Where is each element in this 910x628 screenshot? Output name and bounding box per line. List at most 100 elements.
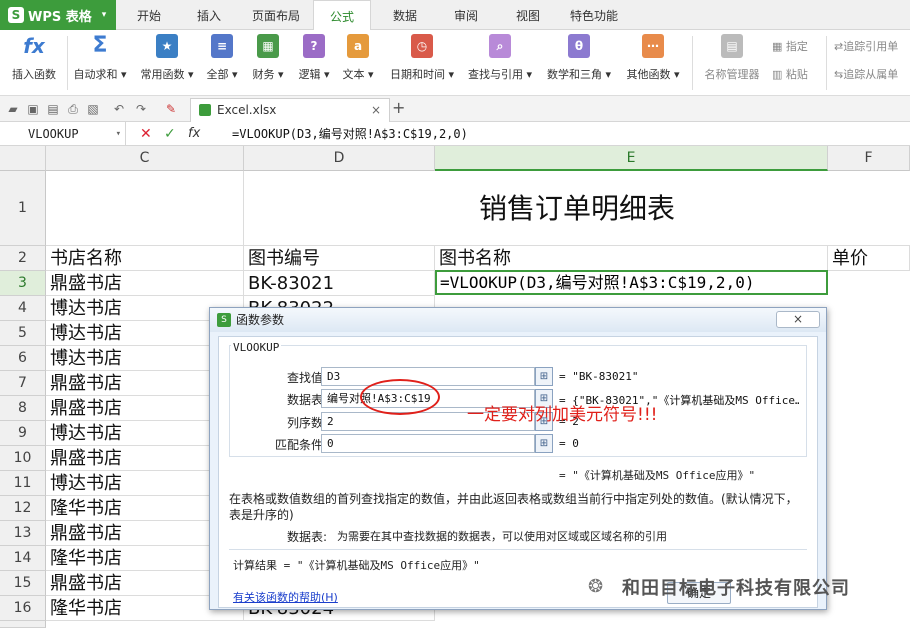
logic-label: 逻辑 ▾	[298, 68, 330, 81]
row-header[interactable]: 2	[0, 246, 46, 271]
redo-icon[interactable]: ↷	[134, 102, 148, 116]
function-name: VLOOKUP	[231, 341, 282, 354]
trace-precedents-button[interactable]: ⇄追踪引用单	[834, 38, 898, 54]
app-menu-button[interactable]: S WPS 表格 ▾	[0, 0, 116, 30]
column-header-c[interactable]: C	[46, 146, 244, 171]
logic-button[interactable]: ? 逻辑 ▾	[294, 34, 334, 82]
dialog-body: VLOOKUP 查找值 D3 ⊞ = "BK-83021" 数据表 编号对照!A…	[218, 336, 818, 608]
insert-function-label: 插入函数	[12, 68, 56, 81]
param-description: 为需要在其中查找数据的数据表，可以使用对区域或区域名称的引用	[337, 530, 667, 543]
row-header[interactable]: 5	[0, 321, 46, 346]
autosum-label: 自动求和 ▾	[73, 68, 127, 81]
tab-page-layout[interactable]: 页面布局	[244, 0, 308, 30]
row-header[interactable]: 6	[0, 346, 46, 371]
date-time-label: 日期和时间 ▾	[389, 68, 455, 81]
header-cell-book-name[interactable]: 图书名称	[435, 246, 828, 271]
lookup-reference-button[interactable]: ⌕ 查找与引用 ▾	[464, 34, 536, 82]
close-tab-icon[interactable]: ×	[371, 99, 381, 121]
sheet-title[interactable]: 销售订单明细表	[244, 171, 910, 246]
math-trig-button[interactable]: θ 数学和三角 ▾	[542, 34, 616, 82]
other-functions-button[interactable]: ⋯ 其他函数 ▾	[622, 34, 684, 82]
designate-label: 指定	[785, 40, 808, 53]
chevron-down-icon[interactable]: ▾	[116, 122, 121, 146]
divider	[67, 36, 68, 90]
help-link[interactable]: 有关该函数的帮助(H)	[233, 589, 338, 605]
name-box[interactable]: VLOOKUP ▾	[0, 122, 126, 146]
format-painter-icon[interactable]: ✎	[164, 102, 178, 116]
row-header[interactable]: 11	[0, 471, 46, 496]
annotation-text: 一定要对列加美元符号!!!	[467, 405, 658, 425]
formula-bar: VLOOKUP ▾ ✕ ✓ fx =VLOOKUP(D3,编号对照!A$3:C$…	[0, 122, 910, 146]
column-header-d[interactable]: D	[244, 146, 435, 171]
open-folder-icon[interactable]: ▰	[6, 102, 20, 116]
lookup-value-input[interactable]: D3	[321, 367, 535, 386]
tab-formulas[interactable]: 公式	[313, 0, 371, 31]
row-header[interactable]: 9	[0, 421, 46, 446]
list-book-icon: ≡	[211, 34, 233, 58]
select-all-corner[interactable]	[0, 146, 46, 171]
row-header[interactable]	[0, 621, 46, 628]
print-icon[interactable]: ⎙	[66, 102, 80, 116]
enter-check-icon[interactable]: ✓	[164, 122, 176, 146]
book-id-cell[interactable]: BK-83021	[244, 271, 435, 296]
save-icon[interactable]: ▣	[26, 102, 40, 116]
designate-button[interactable]: ▦ 指定	[772, 38, 808, 54]
quick-access-bar: ▰ ▣ ▤ ⎙ ▧ ↶ ↷ ✎ Excel.xlsx × +	[0, 96, 910, 122]
tab-view[interactable]: 视图	[505, 0, 551, 30]
dialog-title-bar[interactable]: S 函数参数 ×	[210, 308, 826, 332]
header-cell-store[interactable]: 书店名称	[46, 246, 244, 271]
date-time-button[interactable]: ◷ 日期和时间 ▾	[384, 34, 460, 82]
paste-icon: ▥	[772, 68, 786, 81]
all-functions-button[interactable]: ≡ 全部 ▾	[204, 34, 240, 82]
column-header-e[interactable]: E	[435, 146, 828, 171]
new-tab-button[interactable]: +	[392, 98, 405, 117]
print-preview-icon[interactable]: ▧	[86, 102, 100, 116]
range-lookup-result: = 0	[559, 437, 579, 450]
cell[interactable]	[46, 171, 244, 246]
paste-name-button[interactable]: ▥ 粘贴	[772, 66, 808, 82]
row-header[interactable]: 8	[0, 396, 46, 421]
row-header[interactable]: 12	[0, 496, 46, 521]
column-header-f[interactable]: F	[828, 146, 910, 171]
function-arguments-dialog: S 函数参数 × VLOOKUP 查找值 D3 ⊞ = "BK-83021" 数…	[209, 307, 827, 610]
row-header[interactable]: 7	[0, 371, 46, 396]
other-functions-label: 其他函数 ▾	[626, 68, 680, 81]
insert-function-button[interactable]: fx 插入函数	[4, 34, 64, 82]
row-header[interactable]: 3	[0, 271, 46, 296]
name-manager-button[interactable]: ▤ 名称管理器	[700, 34, 764, 82]
header-cell-price[interactable]: 单价	[828, 246, 910, 271]
row-header[interactable]: 1	[0, 171, 46, 246]
tab-insert[interactable]: 插入	[186, 0, 232, 30]
store-cell[interactable]: 鼎盛书店	[46, 271, 244, 296]
tab-start[interactable]: 开始	[126, 0, 172, 30]
text-button[interactable]: a 文本 ▾	[338, 34, 378, 82]
tab-data[interactable]: 数据	[382, 0, 428, 30]
export-pdf-icon[interactable]: ▤	[46, 102, 60, 116]
close-button[interactable]: ×	[776, 311, 820, 328]
active-cell-e3[interactable]: =VLOOKUP(D3,编号对照!A$3:C$19,2,0)	[435, 270, 828, 295]
header-cell-book-id[interactable]: 图书编号	[244, 246, 435, 271]
fx-icon[interactable]: fx	[188, 122, 200, 146]
row-header[interactable]: 13	[0, 521, 46, 546]
row-header[interactable]: 14	[0, 546, 46, 571]
range-select-icon[interactable]: ⊞	[535, 434, 553, 453]
trace-dependents-button[interactable]: ⇆追踪从属单	[834, 66, 898, 82]
range-lookup-input[interactable]: 0	[321, 434, 535, 453]
autosum-button[interactable]: Σ 自动求和 ▾	[70, 34, 130, 82]
cancel-icon[interactable]: ✕	[140, 122, 152, 146]
row-header[interactable]: 10	[0, 446, 46, 471]
finance-button[interactable]: ▦ 财务 ▾	[248, 34, 288, 82]
undo-icon[interactable]: ↶	[112, 102, 126, 116]
common-functions-button[interactable]: ★ 常用函数 ▾	[138, 34, 196, 82]
row-header[interactable]: 4	[0, 296, 46, 321]
paste-label: 粘贴	[785, 68, 808, 81]
param-description-label: 数据表:	[287, 530, 328, 544]
tab-review[interactable]: 审阅	[443, 0, 489, 30]
row-header[interactable]: 16	[0, 596, 46, 621]
formula-input[interactable]: =VLOOKUP(D3,编号对照!A$3:C$19,2,0)	[232, 122, 468, 146]
trace-precedents-label: 追踪引用单	[843, 40, 899, 53]
tab-special[interactable]: 特色功能	[562, 0, 626, 30]
file-tab[interactable]: Excel.xlsx ×	[190, 98, 390, 122]
row-header[interactable]: 15	[0, 571, 46, 596]
range-select-icon[interactable]: ⊞	[535, 367, 553, 386]
